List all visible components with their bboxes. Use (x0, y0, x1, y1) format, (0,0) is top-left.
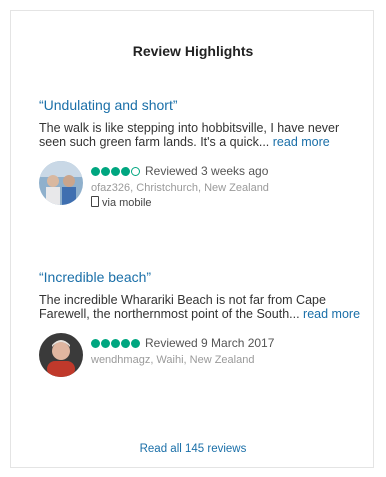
read-more-link[interactable]: read more (303, 307, 360, 321)
review-meta: Reviewed 9 March 2017 wendhmagz, Waihi, … (39, 333, 369, 381)
mobile-phone-icon (91, 196, 99, 207)
review-item: “Incredible beach” The incredible Wharar… (39, 269, 369, 381)
via-mobile-label: via mobile (102, 197, 152, 209)
bubble-icon (121, 167, 130, 177)
rating-line: Reviewed 3 weeks ago (91, 164, 371, 178)
review-title-link[interactable]: “Incredible beach” (39, 269, 369, 285)
rating-line: Reviewed 9 March 2017 (91, 336, 371, 350)
bubble-rating (91, 336, 141, 350)
bubble-icon (101, 167, 110, 177)
user-avatar[interactable] (39, 333, 83, 377)
user-avatar-icon (39, 161, 83, 205)
bubble-rating (91, 164, 141, 178)
bubble-icon (91, 167, 100, 177)
review-body: The incredible Wharariki Beach is not fa… (39, 293, 369, 321)
read-all-reviews-link[interactable]: Read all 145 reviews (11, 443, 375, 455)
user-avatar-icon (39, 333, 83, 377)
bubble-icon (121, 339, 130, 349)
review-date: Reviewed 3 weeks ago (145, 164, 269, 178)
via-mobile: via mobile (91, 196, 371, 209)
bubble-icon (101, 339, 110, 349)
review-info: Reviewed 9 March 2017 wendhmagz, Waihi, … (91, 336, 371, 366)
bubble-icon (111, 167, 120, 177)
review-info: Reviewed 3 weeks ago ofaz326, Christchur… (91, 164, 371, 209)
review-body: The walk is like stepping into hobbitsvi… (39, 121, 369, 149)
bubble-icon (131, 167, 140, 177)
panel-heading: Review Highlights (132, 43, 254, 59)
review-meta: Reviewed 3 weeks ago ofaz326, Christchur… (39, 161, 369, 209)
review-highlights-panel: Review Highlights “Undulating and short”… (10, 10, 374, 468)
bubble-icon (131, 339, 140, 349)
bubble-icon (91, 339, 100, 349)
reviewer-info[interactable]: ofaz326, Christchurch, New Zealand (91, 182, 371, 194)
reviewer-info[interactable]: wendhmagz, Waihi, New Zealand (91, 354, 371, 366)
review-date: Reviewed 9 March 2017 (145, 336, 275, 350)
user-avatar[interactable] (39, 161, 83, 205)
review-item: “Undulating and short” The walk is like … (39, 97, 369, 209)
review-title-link[interactable]: “Undulating and short” (39, 97, 369, 113)
review-snippet: The incredible Wharariki Beach is not fa… (39, 293, 326, 321)
read-more-link[interactable]: read more (273, 135, 330, 149)
bubble-icon (111, 339, 120, 349)
